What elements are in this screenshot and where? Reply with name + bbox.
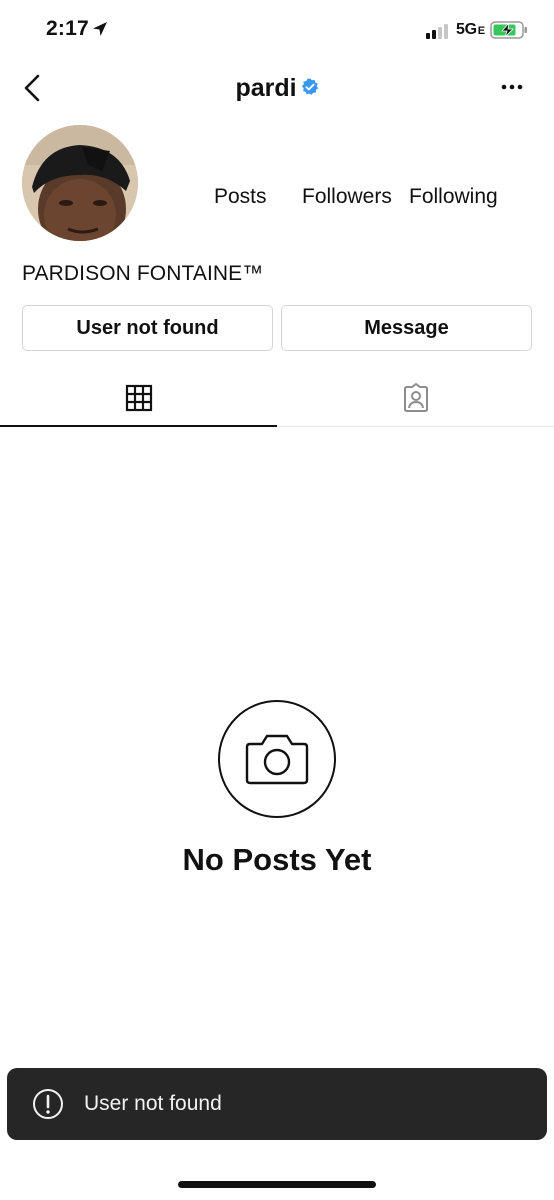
tab-tagged[interactable]: [277, 370, 554, 426]
cellular-signal-icon: [426, 24, 448, 39]
profile-display-name: PARDISON FONTAINE™: [22, 262, 264, 285]
tagged-person-icon: [403, 383, 428, 412]
tab-grid[interactable]: [0, 370, 277, 427]
avatar-image: [22, 125, 138, 241]
network-label: 5G: [456, 21, 477, 38]
network-suffix: E: [477, 25, 485, 37]
status-bar: 2:17 5GE: [0, 0, 554, 62]
profile-username: pardi: [0, 74, 554, 103]
profile-tabs: [0, 370, 554, 427]
empty-state-title: No Posts Yet: [182, 842, 372, 877]
home-indicator[interactable]: [178, 1181, 376, 1188]
status-time: 2:17: [46, 17, 89, 40]
toast-message: User not found: [84, 1092, 222, 1115]
username-text: pardi: [235, 74, 297, 102]
more-options-icon[interactable]: [500, 80, 524, 94]
location-arrow-icon: [93, 22, 107, 36]
profile-stats: Posts Followers Following: [0, 185, 554, 211]
follow-button[interactable]: User not found: [22, 305, 273, 351]
battery-charging-icon: [490, 21, 527, 39]
posts-stat[interactable]: Posts: [214, 185, 267, 209]
verified-badge-icon: [301, 78, 318, 96]
profile-header: pardi: [0, 62, 554, 118]
message-button[interactable]: Message: [281, 305, 532, 351]
network-type: 5GE: [456, 21, 485, 39]
camera-icon: [245, 734, 309, 785]
empty-state-camera: [218, 700, 336, 818]
profile-avatar[interactable]: [22, 125, 138, 241]
error-toast: User not found: [7, 1068, 547, 1140]
grid-icon: [125, 384, 152, 411]
followers-stat[interactable]: Followers: [302, 185, 392, 209]
following-stat[interactable]: Following: [409, 185, 498, 209]
exclamation-circle-icon: [33, 1089, 63, 1119]
